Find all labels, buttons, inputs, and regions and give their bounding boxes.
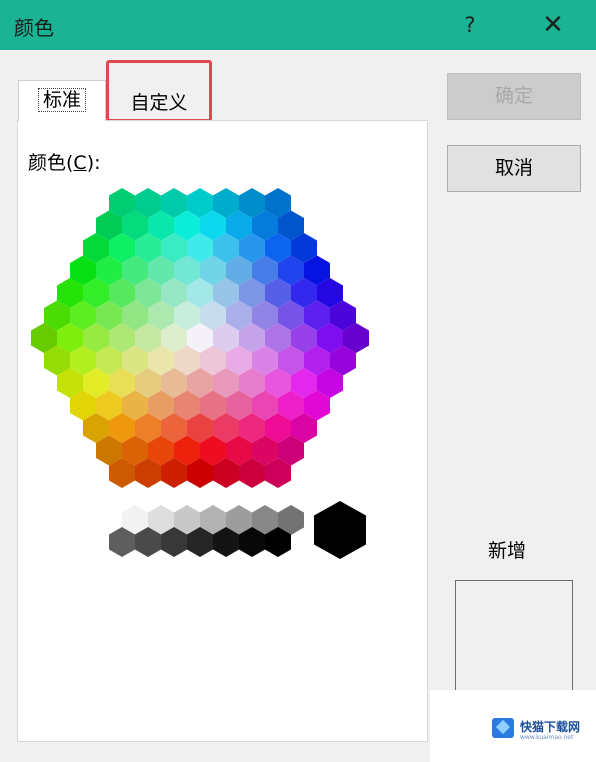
tab-standard[interactable]: 标准 bbox=[18, 80, 106, 121]
ok-button[interactable]: 确定 bbox=[447, 73, 581, 120]
watermark: 快猫下载网 www.kuaimao.net bbox=[430, 690, 596, 762]
new-color-label: 新增 bbox=[488, 540, 527, 562]
watermark-logo-icon bbox=[492, 718, 514, 738]
cancel-button[interactable]: 取消 bbox=[447, 145, 581, 192]
selected-black-swatch[interactable] bbox=[314, 501, 366, 559]
new-color-swatch bbox=[455, 580, 573, 700]
watermark-url: www.kuaimao.net bbox=[520, 734, 574, 741]
tab-standard-label: 标准 bbox=[37, 88, 87, 112]
watermark-text: 快猫下载网 bbox=[520, 720, 581, 734]
